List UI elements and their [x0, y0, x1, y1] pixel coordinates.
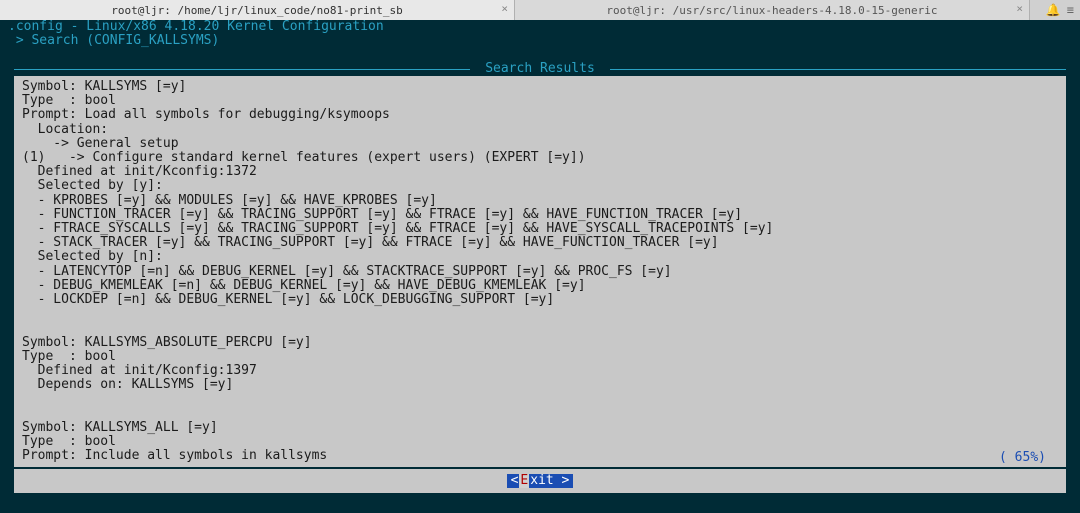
result-line: Depends on: KALLSYMS [=y]: [22, 378, 1058, 392]
search-results-title: Search Results: [14, 62, 1066, 76]
result-line: Defined at init/Kconfig:1397: [22, 364, 1058, 378]
result-line: - KPROBES [=y] && MODULES [=y] && HAVE_K…: [22, 194, 1058, 208]
result-line: [22, 392, 1058, 406]
result-line: -> General setup: [22, 137, 1058, 151]
notification-icon[interactable]: 🔔: [1046, 3, 1061, 17]
result-line: Symbol: KALLSYMS_ALL [=y]: [22, 421, 1058, 435]
result-line: Type : bool: [22, 94, 1058, 108]
result-line: Symbol: KALLSYMS_ABSOLUTE_PERCPU [=y]: [22, 336, 1058, 350]
result-line: [22, 307, 1058, 321]
scroll-percentage: ( 65%): [999, 451, 1046, 465]
result-line: Location:: [22, 123, 1058, 137]
menu-icon[interactable]: ≡: [1067, 3, 1074, 17]
menuconfig-breadcrumb: > Search (CONFIG_KALLSYMS): [0, 34, 1080, 48]
result-line: Prompt: Include all symbols in kallsyms: [22, 449, 1058, 463]
search-results-label: Search Results: [485, 61, 595, 76]
close-icon[interactable]: ×: [1016, 2, 1023, 15]
result-line: - DEBUG_KMEMLEAK [=n] && DEBUG_KERNEL [=…: [22, 279, 1058, 293]
result-line: [22, 321, 1058, 335]
menuconfig-title: .config - Linux/x86 4.18.20 Kernel Confi…: [0, 20, 1080, 34]
tab-tray: 🔔 ≡: [1030, 0, 1080, 20]
result-line: Type : bool: [22, 350, 1058, 364]
result-line: [22, 407, 1058, 421]
tab-title: root@ljr: /home/ljr/linux_code/no81-prin…: [111, 4, 402, 17]
terminal-tab-1[interactable]: root@ljr: /home/ljr/linux_code/no81-prin…: [0, 0, 515, 20]
terminal-viewport[interactable]: .config - Linux/x86 4.18.20 Kernel Confi…: [0, 20, 1080, 513]
result-line: Selected by [n]:: [22, 250, 1058, 264]
search-results-frame: Search Results Symbol: KALLSYMS [=y]Type…: [14, 62, 1066, 493]
tab-title: root@ljr: /usr/src/linux-headers-4.18.0-…: [606, 4, 937, 17]
result-line: (1) -> Configure standard kernel feature…: [22, 151, 1058, 165]
terminal-tab-bar: root@ljr: /home/ljr/linux_code/no81-prin…: [0, 0, 1080, 20]
result-line: Defined at init/Kconfig:1372: [22, 165, 1058, 179]
result-line: - LOCKDEP [=n] && DEBUG_KERNEL [=y] && L…: [22, 293, 1058, 307]
terminal-tab-2[interactable]: root@ljr: /usr/src/linux-headers-4.18.0-…: [515, 0, 1030, 20]
result-line: Type : bool: [22, 435, 1058, 449]
search-results-panel[interactable]: Symbol: KALLSYMS [=y]Type : boolPrompt: …: [14, 76, 1066, 467]
result-line: Symbol: KALLSYMS [=y]: [22, 80, 1058, 94]
result-line: Prompt: Load all symbols for debugging/k…: [22, 108, 1058, 122]
result-line: - STACK_TRACER [=y] && TRACING_SUPPORT […: [22, 236, 1058, 250]
result-line: - LATENCYTOP [=n] && DEBUG_KERNEL [=y] &…: [22, 265, 1058, 279]
result-line: - FUNCTION_TRACER [=y] && TRACING_SUPPOR…: [22, 208, 1058, 222]
close-icon[interactable]: ×: [501, 2, 508, 15]
dialog-button-bar: < Exit >: [14, 469, 1066, 493]
exit-hotkey: E: [519, 474, 529, 488]
result-line: Selected by [y]:: [22, 179, 1058, 193]
result-line: - FTRACE_SYSCALLS [=y] && TRACING_SUPPOR…: [22, 222, 1058, 236]
exit-button[interactable]: < Exit >: [507, 474, 574, 488]
